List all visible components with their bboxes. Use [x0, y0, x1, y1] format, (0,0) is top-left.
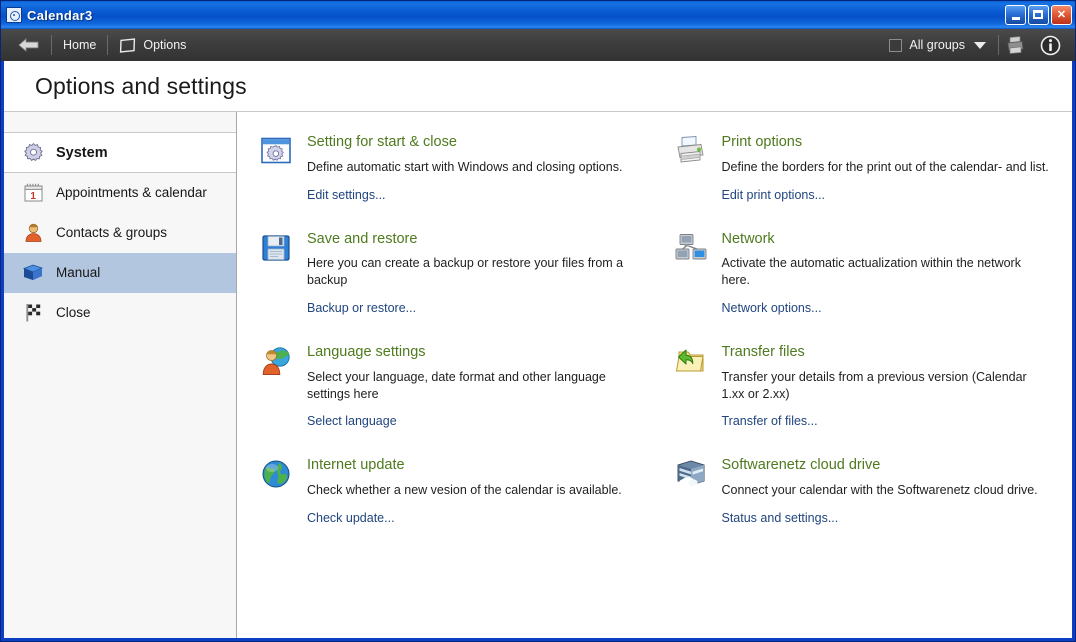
floppy-disk-icon [259, 233, 293, 267]
home-button[interactable]: Home [52, 32, 107, 58]
sidebar-item-manual[interactable]: Manual [4, 253, 236, 293]
user-icon [22, 222, 44, 244]
card-action-link[interactable]: Check update... [307, 511, 395, 525]
back-arrow-icon [18, 38, 39, 52]
book-icon [22, 262, 44, 284]
card-title: Save and restore [307, 230, 418, 247]
card-description: Define the borders for the print out of … [721, 159, 1049, 174]
card-action-link[interactable]: Edit print options... [722, 188, 826, 202]
settings-card: Print options Define the borders for the… [674, 134, 1067, 231]
settings-card: Language settings Select your language, … [259, 344, 652, 457]
settings-card: Transfer files Transfer your details fro… [674, 344, 1067, 457]
all-groups-checkbox[interactable] [889, 38, 903, 52]
back-button[interactable] [7, 32, 51, 58]
network-icon [674, 233, 708, 267]
toolbar: Home Options All groups [1, 29, 1075, 61]
info-button[interactable] [1033, 32, 1067, 58]
card-title: Transfer files [721, 343, 805, 360]
settings-grid: Setting for start & close Define automat… [237, 112, 1072, 638]
transfer-folder-icon [674, 346, 708, 380]
card-title: Setting for start & close [307, 134, 457, 150]
flag-icon [22, 302, 44, 324]
card-description: Check whether a new vesion of the calend… [307, 483, 622, 498]
card-title: Network [721, 230, 775, 247]
sidebar-item-label: System [56, 144, 108, 161]
globe-icon [259, 459, 293, 493]
card-action-link[interactable]: Status and settings... [722, 511, 839, 525]
minimize-button[interactable] [1005, 5, 1026, 25]
close-button[interactable]: ✕ [1051, 5, 1072, 25]
window-controls: ✕ [1005, 5, 1072, 25]
app-icon [6, 7, 22, 23]
application-window: Calendar3 ✕ Home Options All groups Opti… [0, 0, 1076, 642]
card-title: Softwarenetz cloud drive [721, 457, 881, 474]
settings-card: Network Activate the automatic actualiza… [674, 231, 1067, 344]
print-button[interactable] [999, 32, 1033, 58]
chevron-down-icon[interactable] [974, 41, 986, 49]
card-description: Transfer your details from a previous ve… [721, 369, 1027, 401]
page-header: Options and settings [4, 61, 1072, 112]
sidebar-item-label: Contacts & groups [56, 225, 168, 240]
language-globe-user-icon [259, 346, 293, 380]
sidebar-item-system[interactable]: System [4, 133, 236, 173]
calendar-icon: 1 [22, 182, 44, 204]
options-button[interactable]: Options [108, 32, 197, 58]
sidebar-item-label: Close [56, 305, 91, 320]
sidebar: System 1 Appointments & calendar Contact… [4, 112, 237, 638]
card-description: Here you can create a backup or restore … [307, 256, 624, 288]
printer-icon [1007, 35, 1024, 54]
card-description: Select your language, date format and ot… [307, 369, 606, 401]
svg-text:1: 1 [30, 191, 36, 202]
cloud-drive-icon [674, 459, 708, 493]
all-groups-label: All groups [909, 38, 965, 52]
page-title: Options and settings [35, 72, 247, 99]
toolbar-right-group: All groups [877, 32, 1067, 58]
card-action-link[interactable]: Transfer of files... [722, 414, 818, 428]
card-action-link[interactable]: Select language [307, 414, 397, 428]
settings-card: Save and restore Here you can create a b… [259, 231, 652, 344]
sidebar-item-contacts-groups[interactable]: Contacts & groups [4, 213, 236, 253]
printer-icon [674, 136, 708, 170]
card-title: Internet update [307, 457, 405, 474]
page-icon [120, 37, 136, 53]
window-title: Calendar3 [27, 7, 93, 23]
body-area: System 1 Appointments & calendar Contact… [4, 112, 1072, 638]
maximize-button[interactable] [1028, 5, 1049, 25]
title-bar: Calendar3 ✕ [1, 1, 1075, 29]
options-label: Options [143, 38, 187, 52]
settings-window-icon [259, 136, 293, 170]
settings-card: Internet update Check whether a new vesi… [259, 457, 652, 554]
sidebar-top-spacer [4, 112, 236, 133]
card-action-link[interactable]: Edit settings... [307, 188, 386, 202]
card-description: Activate the automatic actualization wit… [721, 256, 1021, 288]
card-description: Connect your calendar with the Softwaren… [721, 483, 1038, 498]
sidebar-item-appointments-calendar[interactable]: 1 Appointments & calendar [4, 173, 236, 213]
card-action-link[interactable]: Backup or restore... [307, 301, 416, 315]
gear-icon [22, 142, 44, 164]
settings-card: Setting for start & close Define automat… [259, 134, 652, 231]
settings-card: Softwarenetz cloud drive Connect your ca… [674, 457, 1067, 554]
sidebar-item-label: Appointments & calendar [56, 185, 207, 200]
info-icon [1040, 35, 1060, 55]
card-title: Print options [721, 134, 803, 150]
home-label: Home [63, 38, 97, 52]
card-action-link[interactable]: Network options... [722, 301, 822, 315]
sidebar-item-label: Manual [56, 265, 101, 280]
card-title: Language settings [307, 343, 426, 360]
card-description: Define automatic start with Windows and … [307, 159, 623, 174]
sidebar-item-close[interactable]: Close [4, 293, 236, 333]
all-groups-filter[interactable]: All groups [877, 32, 998, 58]
